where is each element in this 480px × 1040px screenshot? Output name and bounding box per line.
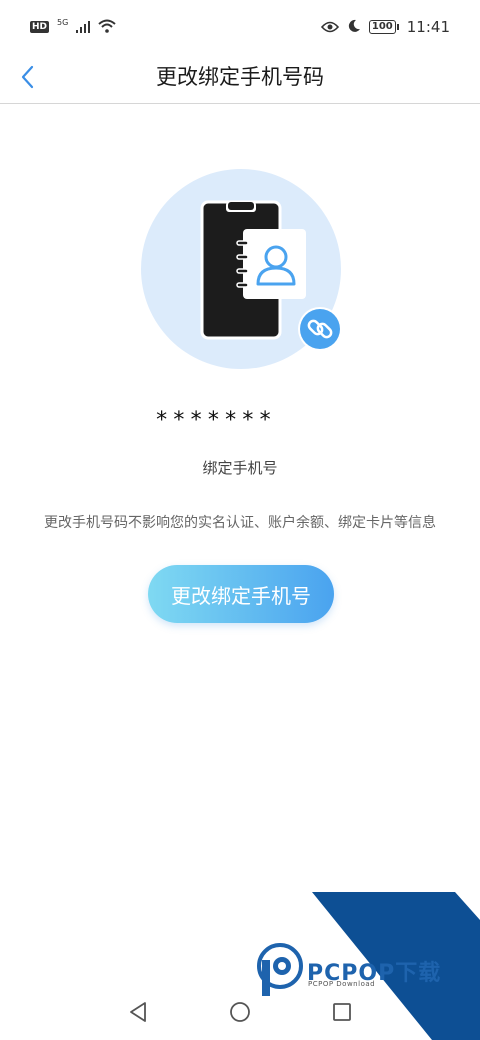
title-bar: 更改绑定手机号码 — [0, 54, 480, 104]
watermark-sub: PCPOP Download — [308, 980, 376, 988]
nav-back-button[interactable] — [118, 994, 158, 1034]
change-phone-button[interactable]: 更改绑定手机号 — [148, 565, 334, 623]
eye-icon — [320, 18, 339, 37]
status-bar: HD 5G 100 11:41 — [0, 0, 480, 54]
network-label: 5G — [57, 17, 69, 27]
clock: 11:41 — [406, 18, 450, 36]
system-nav-bar — [0, 988, 480, 1040]
battery-icon: 100 — [368, 20, 399, 34]
phone-link-illustration — [140, 168, 342, 370]
moon-icon — [347, 18, 361, 37]
battery-level: 100 — [368, 20, 396, 34]
recents-square-icon — [332, 1002, 352, 1026]
nav-home-button[interactable] — [220, 994, 260, 1034]
status-right: 100 11:41 — [320, 18, 450, 37]
hd-badge: HD — [30, 21, 50, 33]
bound-number-label: 绑定手机号 — [202, 459, 278, 477]
wifi-icon — [98, 18, 116, 37]
page-title: 更改绑定手机号码 — [156, 65, 324, 89]
change-notice-text: 更改手机号码不影响您的实名认证、账户余额、绑定卡片等信息 — [44, 515, 436, 531]
contact-card-icon — [236, 229, 306, 299]
nav-recents-button[interactable] — [322, 994, 362, 1034]
link-icon — [298, 307, 342, 351]
home-circle-icon — [229, 1001, 251, 1027]
masked-phone-number: ******* — [155, 408, 276, 433]
status-left: HD 5G — [30, 18, 116, 37]
signal-icon — [76, 18, 91, 37]
back-triangle-icon — [128, 1001, 148, 1027]
